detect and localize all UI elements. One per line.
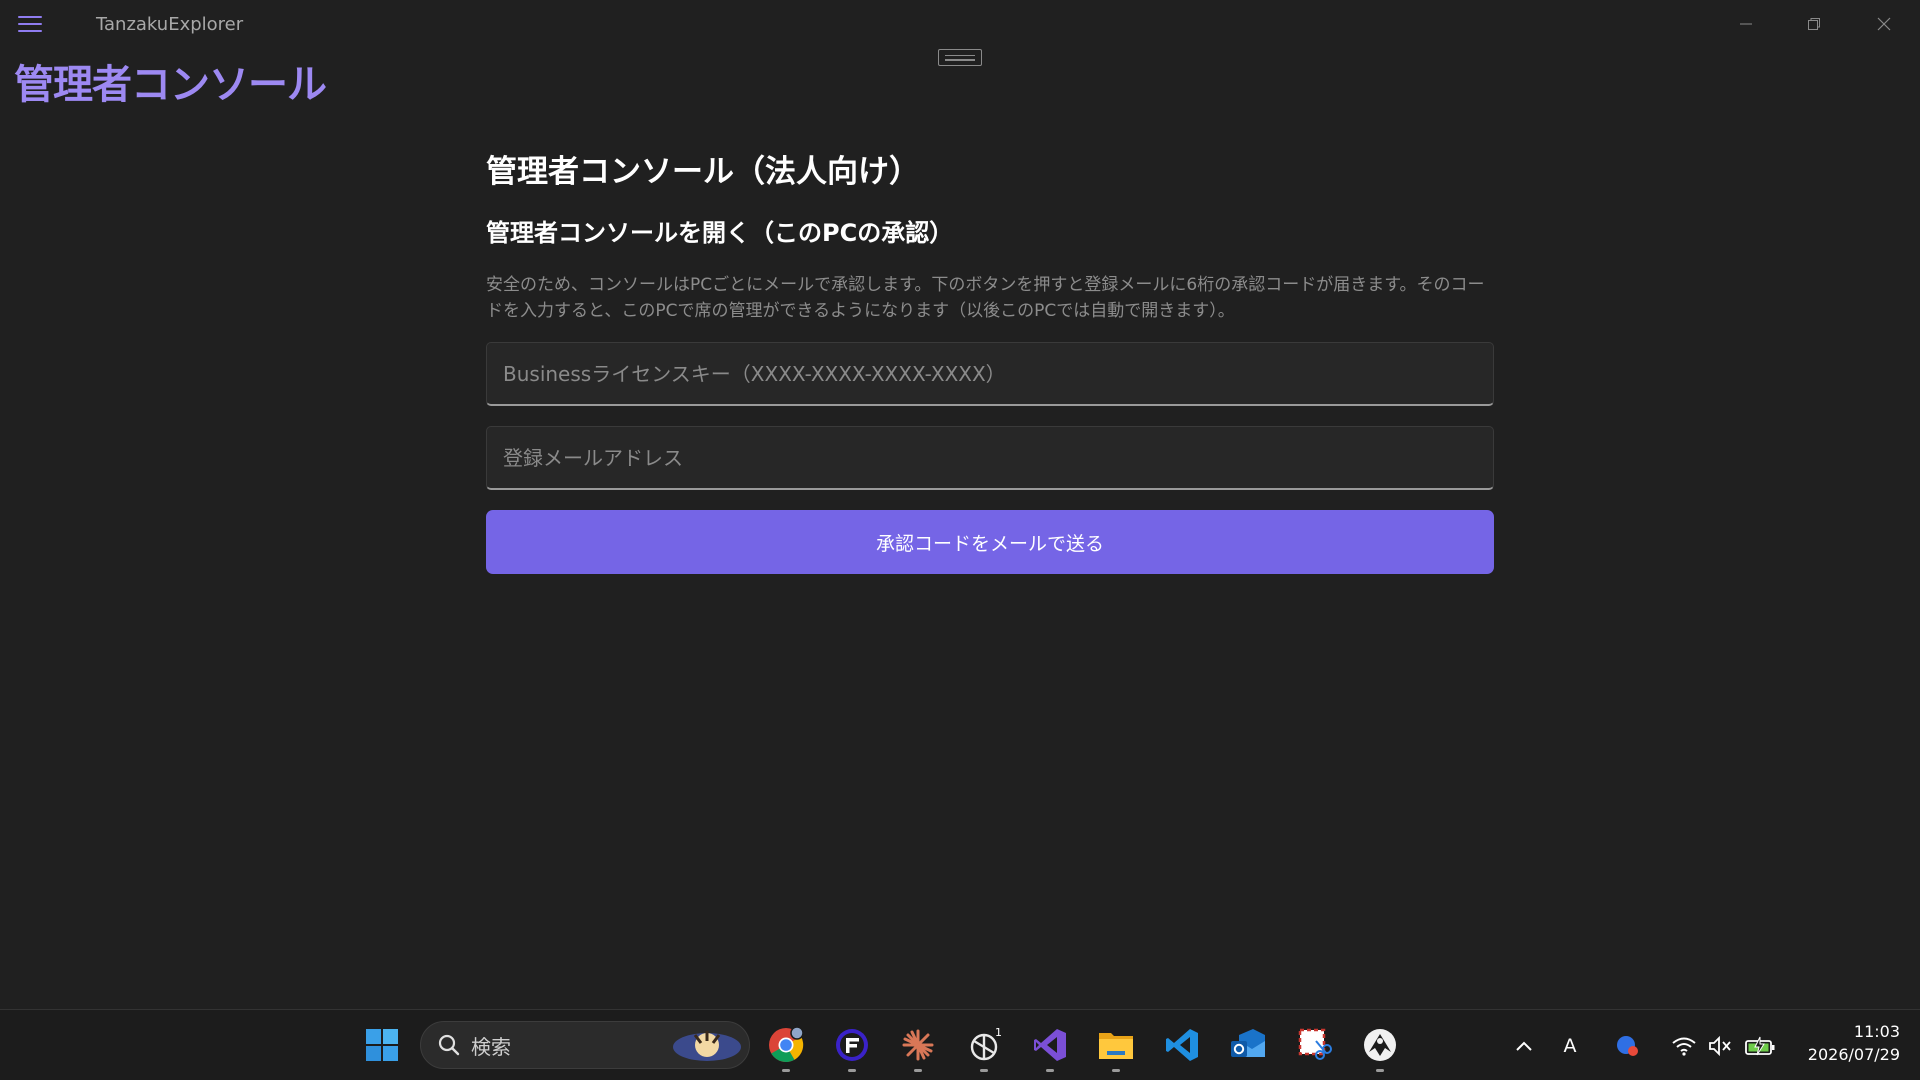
tray-app-button[interactable] [1612,1028,1642,1064]
minimize-icon [1740,23,1752,25]
svg-text:1: 1 [995,1026,1002,1039]
chevron-up-icon [1516,1041,1532,1051]
chrome-icon [769,1027,804,1062]
wifi-icon [1672,1037,1696,1056]
taskbar-inkscape[interactable] [1356,1021,1404,1072]
ime-indicator[interactable]: A [1556,1028,1584,1064]
send-code-button[interactable]: 承認コードをメールで送る [486,510,1494,574]
outlook-icon [1231,1029,1265,1057]
email-input[interactable] [487,427,1493,488]
taskbar-clock[interactable]: 11:03 2026/07/29 [1790,1020,1900,1066]
file-explorer-icon [1099,1033,1133,1059]
wifi-status[interactable] [1668,1028,1700,1064]
clock-time: 11:03 [1853,1022,1900,1041]
close-button[interactable] [1850,0,1918,48]
taskbar-chrome[interactable] [762,1021,810,1072]
start-button[interactable] [358,1021,406,1069]
taskbar-app-f[interactable] [828,1021,876,1072]
volume-muted-icon [1709,1035,1731,1057]
minimize-button[interactable] [1712,0,1780,48]
search-highlight-icon [673,1031,741,1061]
visual-studio-icon [1034,1029,1066,1061]
search-label: 検索 [471,1034,511,1059]
license-key-input[interactable] [487,343,1493,404]
app-f-icon [836,1029,868,1061]
taskbar-claude[interactable] [894,1021,942,1072]
taskbar: 検索 1 A 11:03 2026/07/29 [0,1009,1920,1080]
app-window: TanzakuExplorer 管理者コンソール 管理者コンソール（法人向け） … [0,0,1920,1009]
claude-icon [902,1029,934,1061]
taskbar-vscode[interactable] [1158,1021,1206,1069]
taskbar-search[interactable]: 検索 [420,1021,750,1069]
title-bar[interactable]: TanzakuExplorer [0,0,1920,48]
admin-console-panel: 管理者コンソール（法人向け） 管理者コンソールを開く（このPCの承認） 安全のた… [486,150,1494,574]
battery-charging-icon [1745,1036,1775,1056]
vscode-icon [1166,1029,1198,1061]
show-hidden-icons-button[interactable] [1510,1028,1538,1064]
taskbar-visual-studio[interactable] [1026,1021,1074,1072]
inkscape-icon [1364,1029,1396,1061]
windows-start-icon [366,1029,398,1061]
tray-app-icon [1617,1036,1638,1056]
drag-handle-icon[interactable] [938,49,982,66]
close-icon [1877,17,1891,31]
description-text: 安全のため、コンソールはPCごとにメールで承認します。下のボタンを押すと登録メー… [486,275,1485,321]
section-subtitle: 管理者コンソールを開く（このPCの承認） [486,219,954,247]
license-key-field[interactable] [486,342,1494,406]
app-title: TanzakuExplorer [96,14,244,35]
hamburger-menu-icon[interactable] [18,13,42,35]
snipping-tool-icon [1298,1028,1332,1060]
section-title: 管理者コンソール（法人向け） [486,154,920,190]
battery-status[interactable] [1742,1028,1778,1064]
taskbar-file-explorer[interactable] [1092,1021,1140,1072]
taskbar-snipping-tool[interactable] [1290,1021,1338,1069]
volume-status[interactable] [1704,1028,1736,1064]
taskbar-outlook[interactable] [1224,1021,1272,1069]
search-icon [438,1034,460,1056]
chatgpt-icon: 1 [970,1026,1002,1061]
page-title: 管理者コンソール [14,62,327,108]
email-field[interactable] [486,426,1494,490]
restore-icon [1808,18,1820,30]
clock-date: 2026/07/29 [1807,1045,1900,1064]
taskbar-chatgpt[interactable]: 1 [960,1021,1008,1072]
restore-button[interactable] [1780,0,1848,48]
